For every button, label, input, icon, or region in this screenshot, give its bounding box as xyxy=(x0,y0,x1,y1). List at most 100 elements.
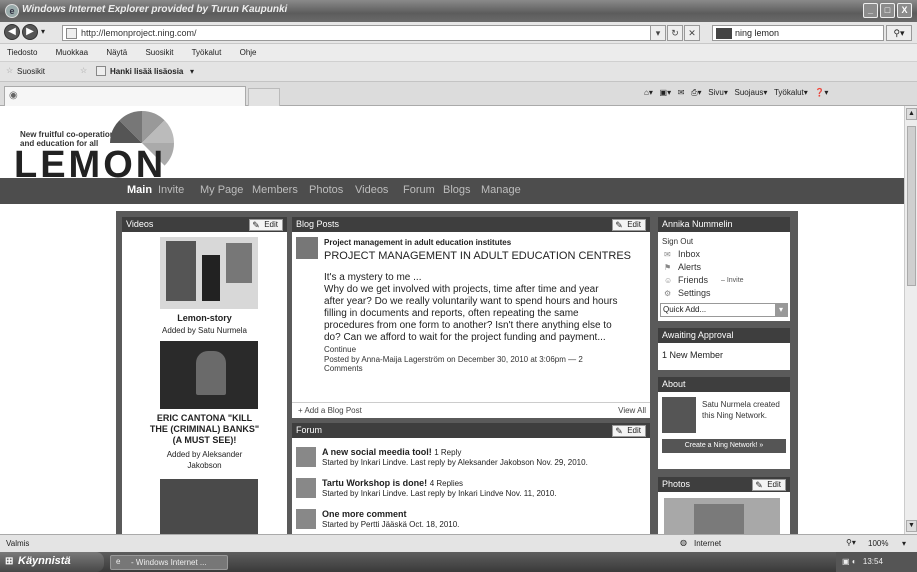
tab-active[interactable]: ◉ xyxy=(4,86,246,106)
status-bar: Valmis ◍ Internet ⚲▾ 100% ▾ xyxy=(0,534,917,552)
inbox-link[interactable]: Inbox xyxy=(678,249,700,259)
alerts-link[interactable]: Alerts xyxy=(678,262,701,272)
nav-blogs[interactable]: Blogs xyxy=(443,184,471,196)
meta-line: Posted by Anna-Maija Lagerström on Decem… xyxy=(324,355,583,364)
sign-out-link[interactable]: Sign Out xyxy=(662,237,693,246)
photo-thumbnail[interactable] xyxy=(664,498,780,534)
avatar[interactable] xyxy=(296,478,316,498)
maximize-button[interactable]: □ xyxy=(880,3,895,18)
menu-item-edit[interactable]: Muokkaa xyxy=(56,48,88,57)
back-icon[interactable]: ◀ xyxy=(4,24,20,40)
video-thumbnail[interactable] xyxy=(160,479,258,534)
address-field[interactable]: http://lemonproject.ning.com/ xyxy=(62,25,662,41)
thread-meta: Started by Inkari Lindve. Last reply by … xyxy=(322,458,588,467)
menu-item-favorites[interactable]: Suosikit xyxy=(145,48,173,57)
quick-add-select[interactable]: Quick Add... ▾ xyxy=(660,303,788,317)
menu-item-help[interactable]: Ohje xyxy=(240,48,257,57)
menu-item-file[interactable]: Tiedosto xyxy=(7,48,37,57)
videos-edit-button[interactable]: Edit xyxy=(249,219,283,231)
menu-item-tools[interactable]: Työkalut xyxy=(192,48,222,57)
menu-item-view[interactable]: Näytä xyxy=(106,48,127,57)
ie-logo-icon: e xyxy=(5,4,19,18)
zoom-dropdown-icon[interactable]: ▾ xyxy=(902,539,906,548)
invite-link[interactable]: – Invite xyxy=(721,277,744,284)
close-button[interactable]: X xyxy=(897,3,912,18)
more-addons-link[interactable]: Hanki lisää lisäosia xyxy=(110,67,183,76)
nav-invite[interactable]: Invite xyxy=(158,184,184,196)
print-icon[interactable]: ⎙▾ xyxy=(691,88,701,97)
mail-icon[interactable]: ✉ xyxy=(678,88,685,97)
address-dropdown-icon[interactable]: ▾ xyxy=(650,25,666,41)
site-logo[interactable]: LEMON xyxy=(14,146,166,184)
blog-post-title[interactable]: Project management in adult education in… xyxy=(324,238,644,247)
minimize-button[interactable]: _ xyxy=(863,3,878,18)
nav-photos[interactable]: Photos xyxy=(309,184,343,196)
page-menu[interactable]: Sivu xyxy=(708,88,724,97)
nav-manage[interactable]: Manage xyxy=(481,184,521,196)
friends-link[interactable]: Friends xyxy=(678,275,708,285)
content-area: Videos Edit Lemon-story Added by Satu Nu… xyxy=(116,211,798,534)
scroll-down-icon[interactable]: ▼ xyxy=(906,520,917,532)
start-button[interactable]: ⊞ Käynnistä xyxy=(0,552,104,572)
zoom-level[interactable]: 100% xyxy=(868,539,888,548)
thread-title[interactable]: One more comment xyxy=(322,509,407,519)
feeds-icon[interactable]: ▣▾ xyxy=(660,88,672,97)
create-ning-network-button[interactable]: Create a Ning Network! » xyxy=(662,439,786,453)
search-field[interactable]: ning lemon xyxy=(712,25,884,41)
scroll-thumb[interactable] xyxy=(907,126,916,286)
user-panel-header[interactable]: Annika Nummelin xyxy=(658,217,790,232)
chevron-down-icon: ▾ xyxy=(803,88,808,97)
taskbar-item-ie[interactable]: e - Windows Internet ... xyxy=(110,555,228,570)
tab-bar: ◉ ⌂▾ ▣▾ ✉ ⎙▾ Sivu▾ Suojaus▾ Työkalut▾ ❓▾ xyxy=(0,82,917,106)
forward-icon[interactable]: ▶ xyxy=(22,24,38,40)
add-blog-post-link[interactable]: + Add a Blog Post xyxy=(298,406,362,415)
photos-header: Photos Edit xyxy=(658,477,790,492)
forum-module: Forum Edit A new social meedia tool! 1 R… xyxy=(292,423,650,534)
meta-line[interactable]: Comments xyxy=(324,364,644,373)
video-title[interactable]: Lemon-story xyxy=(122,313,287,324)
nav-members[interactable]: Members xyxy=(252,184,298,196)
avatar[interactable] xyxy=(296,509,316,529)
ning-favicon-icon: ◉ xyxy=(9,90,18,101)
volume-icon[interactable]: ◐ xyxy=(852,557,857,566)
network-icon[interactable]: ▣ xyxy=(842,557,850,566)
scroll-up-icon[interactable]: ▲ xyxy=(906,108,917,120)
history-dropdown-icon[interactable]: ▾ xyxy=(41,27,45,36)
video-thumbnail[interactable] xyxy=(160,237,258,309)
thread-title[interactable]: A new social meedia tool! xyxy=(322,447,432,457)
safety-menu[interactable]: Suojaus xyxy=(735,88,764,97)
nav-forum[interactable]: Forum xyxy=(403,184,435,196)
awaiting-module: Awaiting Approval 1 New Member xyxy=(658,328,790,370)
new-tab-button[interactable] xyxy=(248,88,280,106)
avatar[interactable] xyxy=(296,447,316,467)
window-title-bar: e Windows Internet Explorer provided by … xyxy=(0,0,917,22)
nav-videos[interactable]: Videos xyxy=(355,184,388,196)
thread-title[interactable]: Tartu Workshop is done! xyxy=(322,478,427,488)
forum-edit-button[interactable]: Edit xyxy=(612,425,646,437)
video-thumbnail[interactable] xyxy=(160,341,258,409)
blog-post: Project management in adult education in… xyxy=(324,238,644,373)
search-icon[interactable]: ⚲▾ xyxy=(886,25,912,41)
added-by-line: Added by Aleksander xyxy=(166,450,243,459)
awaiting-text[interactable]: 1 New Member xyxy=(662,350,723,360)
blog-edit-button[interactable]: Edit xyxy=(612,219,646,231)
protected-mode-icon[interactable]: ⚲▾ xyxy=(846,538,856,547)
tools-menu[interactable]: Työkalut xyxy=(774,88,804,97)
help-icon[interactable]: ❓▾ xyxy=(814,88,828,97)
photos-edit-button[interactable]: Edit xyxy=(752,479,786,491)
nav-my-page[interactable]: My Page xyxy=(200,184,243,196)
nav-main[interactable]: Main xyxy=(127,184,152,196)
avatar[interactable] xyxy=(296,237,318,259)
clock[interactable]: 13:54 xyxy=(863,557,883,566)
video-title[interactable]: ERIC CANTONA "KILL THE (CRIMINAL) BANKS"… xyxy=(122,413,287,446)
refresh-icon[interactable]: ↻ xyxy=(667,25,683,41)
settings-link[interactable]: Settings xyxy=(678,288,711,298)
add-favorite-icon[interactable]: ☆ xyxy=(80,66,87,75)
view-all-link[interactable]: View All xyxy=(618,406,646,415)
home-icon[interactable]: ⌂▾ xyxy=(644,88,653,97)
continue-link[interactable]: Continue xyxy=(324,345,644,354)
favorites-button[interactable]: Suosikit xyxy=(17,67,45,76)
page-scrollbar[interactable]: ▲ ▼ xyxy=(904,106,917,534)
stop-icon[interactable]: ✕ xyxy=(684,25,700,41)
avatar[interactable] xyxy=(662,397,696,433)
